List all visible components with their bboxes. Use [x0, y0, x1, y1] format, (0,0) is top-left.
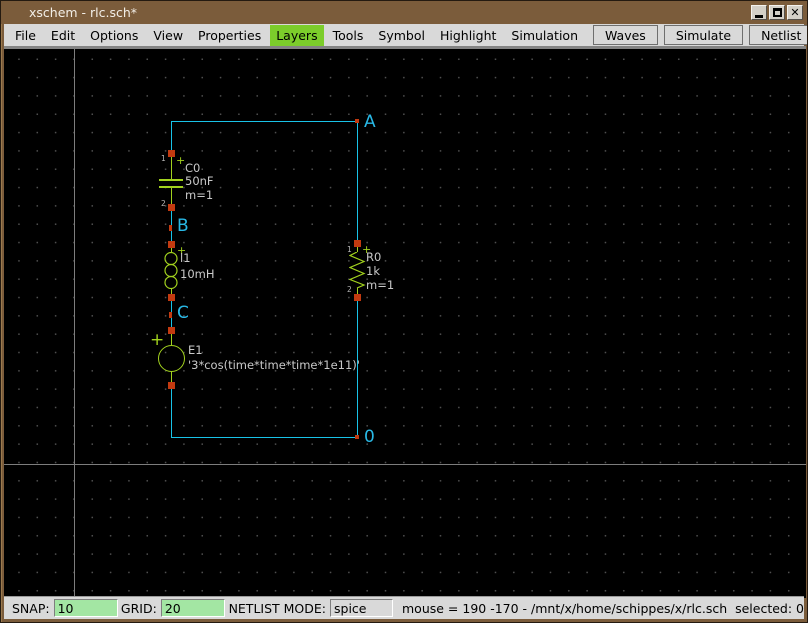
simulate-button[interactable]: Simulate [664, 25, 743, 45]
vsource-ref[interactable]: E1 [188, 344, 203, 357]
net-label-b[interactable]: B [177, 217, 189, 235]
menu-simulation[interactable]: Simulation [505, 25, 584, 46]
minimize-button[interactable] [751, 5, 767, 20]
capacitor-mult[interactable]: m=1 [185, 189, 213, 202]
grid-area[interactable]: 1 2 + C 0 50nF m=1 + l1 10mH [4, 49, 806, 598]
wire-left-4[interactable] [171, 385, 172, 437]
menu-edit[interactable]: Edit [45, 25, 81, 46]
resistor-pin2-square[interactable] [354, 294, 361, 301]
net-label-c[interactable]: C [177, 304, 189, 322]
wire-left-1[interactable] [171, 121, 172, 153]
schematic-canvas[interactable]: 1 2 + C 0 50nF m=1 + l1 10mH [4, 46, 806, 598]
snap-input[interactable] [54, 599, 118, 617]
menu-symbol[interactable]: Symbol [372, 25, 431, 46]
resistor-ref[interactable]: R0 [366, 251, 381, 264]
xschem-window: xschem - rlc.sch* ✕ File Edit Options Vi… [0, 0, 808, 623]
snap-label: SNAP: [12, 601, 50, 616]
wire-top[interactable] [171, 121, 358, 122]
inductor-ref[interactable]: l1 [180, 252, 191, 265]
origin-axis-vertical [74, 49, 75, 598]
status-bar: SNAP: GRID: NETLIST MODE: mouse = 190 -1… [4, 596, 804, 619]
netlist-mode-input[interactable] [330, 599, 393, 617]
netlabel-a-pin-mark [355, 119, 359, 123]
inductor-pin2-square[interactable] [168, 294, 175, 301]
close-button[interactable]: ✕ [787, 5, 803, 20]
origin-axis-horizontal [4, 464, 806, 465]
window-controls: ✕ [751, 5, 803, 20]
maximize-button[interactable] [769, 5, 785, 20]
menubar-buttons: Waves Simulate Netlist Help [587, 25, 808, 45]
menu-highlight[interactable]: Highlight [434, 25, 502, 46]
menu-file[interactable]: File [9, 25, 42, 46]
resistor-value[interactable]: 1k [366, 265, 380, 278]
resistor-zigzag[interactable] [349, 252, 366, 288]
netlabel-b-pin-mark [169, 225, 172, 231]
net-label-a[interactable]: A [364, 113, 376, 131]
capacitor-value[interactable]: 50nF [185, 175, 214, 188]
menu-layers[interactable]: Layers [270, 25, 323, 46]
vsource-plus-sign: + [150, 333, 164, 347]
maximize-icon [773, 8, 782, 17]
resistor-pin1-number: 1 [347, 246, 352, 254]
capacitor-pin2-square[interactable] [168, 204, 175, 211]
minimize-icon [755, 15, 763, 18]
window-title: xschem - rlc.sch* [29, 5, 137, 20]
inductor-pin1-square[interactable] [168, 241, 175, 248]
close-icon: ✕ [790, 7, 799, 18]
capacitor-pin2-number: 2 [161, 200, 166, 208]
wire-right-1[interactable] [357, 121, 358, 243]
menu-options[interactable]: Options [84, 25, 144, 46]
net-label-gnd[interactable]: 0 [364, 428, 375, 446]
grid-input[interactable] [161, 599, 225, 617]
resistor-mult[interactable]: m=1 [366, 279, 394, 292]
netlabel-gnd-pin-mark [355, 435, 359, 439]
menu-view[interactable]: View [147, 25, 189, 46]
menu-bar: File Edit Options View Properties Layers… [4, 24, 804, 46]
vsource-value[interactable]: '3*cos(time*time*time*1e11)' [188, 359, 360, 372]
wire-bottom[interactable] [171, 437, 358, 438]
mouse-status-text: mouse = 190 -170 - /mnt/x/home/schippes/… [402, 601, 804, 616]
capacitor-pin1-square[interactable] [168, 150, 175, 157]
grid-label: GRID: [121, 601, 157, 616]
inductor-coil[interactable] [162, 252, 180, 289]
vsource-pin1-square[interactable] [168, 327, 175, 334]
vsource-pin2-square[interactable] [168, 382, 175, 389]
waves-button[interactable]: Waves [593, 25, 658, 45]
netlist-button[interactable]: Netlist [749, 25, 808, 45]
resistor-pin2-number: 2 [347, 286, 352, 294]
resistor-pin1-square[interactable] [354, 240, 361, 247]
netlist-mode-label: NETLIST MODE: [229, 601, 326, 616]
inductor-value[interactable]: 10mH [180, 268, 214, 281]
capacitor-pin1-number: 1 [161, 155, 166, 163]
netlabel-c-pin-mark [169, 312, 172, 318]
capacitor-plus-sign: + [176, 156, 185, 166]
title-bar[interactable]: xschem - rlc.sch* ✕ [1, 1, 807, 24]
menu-properties[interactable]: Properties [192, 25, 267, 46]
menu-tools[interactable]: Tools [327, 25, 370, 46]
capacitor-plate-top[interactable] [159, 179, 183, 181]
